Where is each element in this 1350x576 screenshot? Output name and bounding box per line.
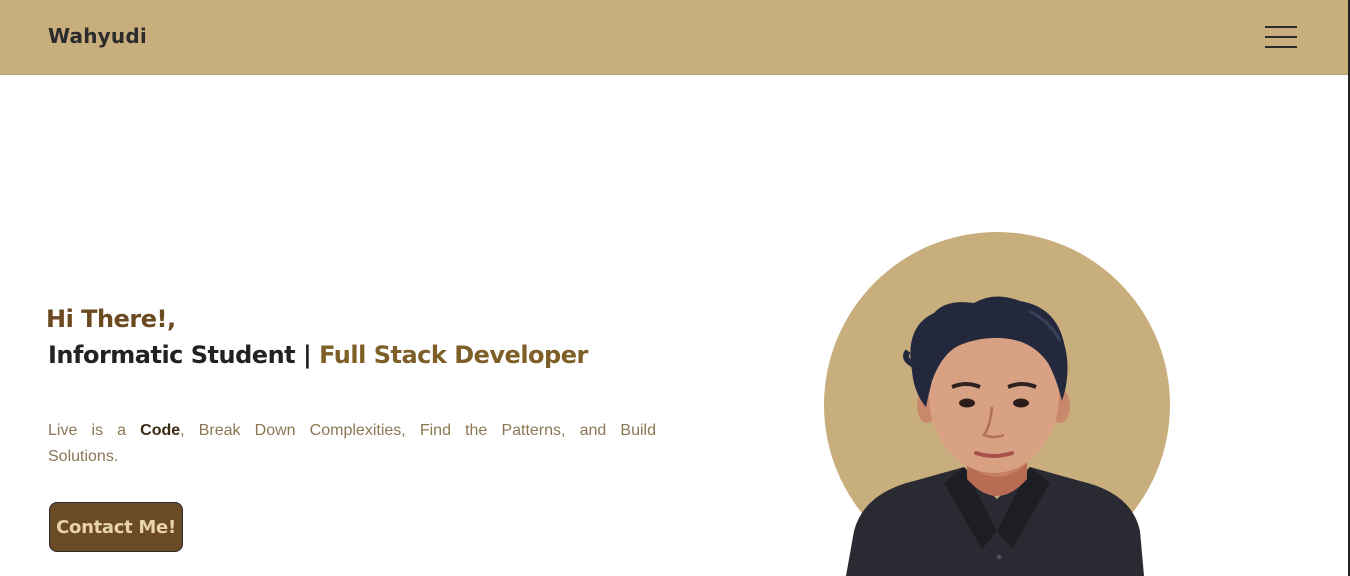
role-separator: | (295, 341, 320, 369)
tagline-bold: Code (140, 422, 181, 439)
hamburger-menu-icon[interactable] (1265, 24, 1299, 50)
hero-role: Informatic Student | Full Stack Develope… (48, 341, 588, 369)
hero-tagline: Live is a Code, Break Down Complexities,… (48, 418, 656, 470)
navbar: Wahyudi (0, 0, 1348, 75)
brand-logo[interactable]: Wahyudi (48, 24, 147, 48)
portrait-illustration (824, 232, 1170, 576)
contact-button[interactable]: Contact Me! (49, 502, 183, 552)
profile-photo (824, 231, 1171, 576)
role-prefix: Informatic Student (48, 341, 296, 369)
hero-greeting: Hi There!, (46, 305, 176, 333)
tagline-before: Live is a (48, 422, 141, 439)
role-highlight: Full Stack Developer (319, 341, 588, 369)
menu-line (1265, 36, 1297, 38)
menu-line (1265, 46, 1297, 48)
menu-line (1265, 26, 1297, 28)
